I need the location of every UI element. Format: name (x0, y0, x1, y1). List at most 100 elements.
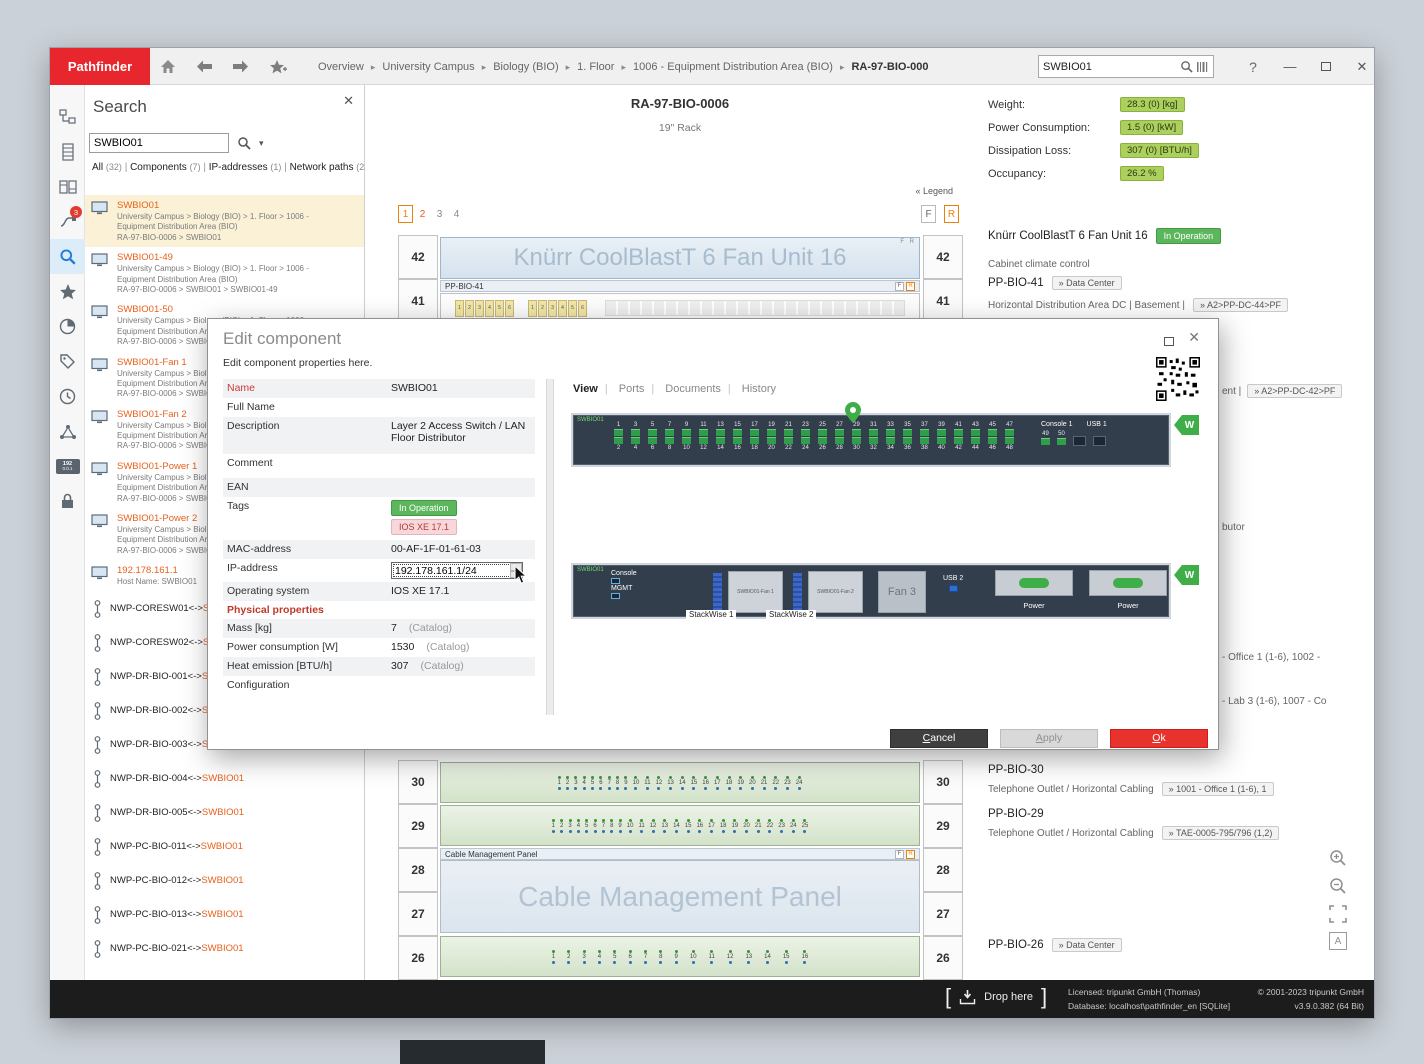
switch-port-column[interactable]: 33 34 (883, 422, 898, 451)
fit-screen-icon[interactable] (1328, 904, 1348, 924)
panel-port[interactable]: 17 (708, 819, 715, 833)
panel-port[interactable]: 5 (591, 776, 594, 790)
patch-port[interactable]: 4 (485, 300, 494, 317)
panel-port[interactable]: 11 (644, 776, 650, 790)
search-filter-link[interactable]: Components (7) (130, 162, 209, 173)
uplink-port-50[interactable]: 50 (1057, 431, 1066, 445)
network-path-result-item[interactable]: NWP-DR-BIO-004<->SWBIO01 (85, 762, 364, 796)
ok-button[interactable]: Ok (1110, 729, 1208, 748)
rack-tab-2[interactable]: 2 (415, 205, 430, 223)
switch-port-column[interactable]: 13 14 (713, 422, 728, 451)
panel-port[interactable]: 1 (552, 819, 555, 833)
panel-port[interactable]: 24 (790, 819, 797, 833)
stackwise-connector-1[interactable] (713, 573, 722, 611)
patch-port[interactable]: 3 (475, 300, 484, 317)
search-filter-link[interactable]: Network paths (24) (290, 162, 373, 173)
patch-port[interactable]: 5 (568, 300, 577, 317)
rack-tab-3[interactable]: 3 (432, 205, 447, 223)
panel-port[interactable]: 4 (583, 776, 586, 790)
panel-port[interactable]: 8 (610, 819, 613, 833)
heat-value[interactable]: 307 (391, 660, 409, 672)
zoom-in-icon[interactable] (1328, 848, 1348, 868)
front-mini[interactable]: F (895, 282, 904, 291)
search-result-item[interactable]: SWBIO01 University Campus > Biology (BIO… (85, 195, 364, 247)
switch-port-column[interactable]: 29 30 (849, 422, 864, 451)
front-toggle[interactable]: F (921, 205, 936, 223)
network-path-result-item[interactable]: NWP-PC-BIO-013<->SWBIO01 (85, 898, 364, 932)
mac-value[interactable]: 00-AF-1F-01-61-03 (391, 543, 531, 555)
panel-port[interactable]: 11 (638, 819, 644, 833)
panel-port[interactable]: 9 (624, 776, 627, 790)
panel-port[interactable]: 17 (714, 776, 721, 790)
barcode-icon[interactable] (1196, 61, 1213, 73)
network-path-result-item[interactable]: NWP-PC-BIO-012<->SWBIO01 (85, 864, 364, 898)
breadcrumb-item[interactable]: Biology (BIO) (493, 61, 577, 73)
switch-port-column[interactable]: 19 20 (764, 422, 779, 451)
panel-port[interactable]: 13 (667, 776, 674, 790)
panel-port[interactable]: 7 (602, 819, 605, 833)
cancel-button[interactable]: Cancel (890, 729, 988, 748)
rack-tab-1[interactable]: 1 (398, 205, 413, 223)
switch-port-column[interactable]: 27 28 (832, 422, 847, 451)
panel-port[interactable]: 21 (761, 776, 768, 790)
panel-port[interactable]: 10 (633, 776, 640, 790)
link-badge[interactable]: » A2>PP-DC-42>PF (1247, 384, 1342, 398)
tab-history[interactable]: History (740, 383, 778, 395)
location-badge[interactable]: » Data Center (1052, 938, 1122, 952)
help-button[interactable]: ? (1238, 48, 1268, 85)
history-clock-icon[interactable] (50, 379, 85, 414)
breadcrumb-item-current[interactable]: RA-97-BIO-000 (851, 61, 928, 73)
panel-port[interactable]: 1 (552, 950, 555, 964)
panel-port[interactable]: 4 (577, 819, 580, 833)
component-name[interactable]: Knürr CoolBlastT 6 Fan Unit 16 (988, 230, 1148, 242)
rack-tab-4[interactable]: 4 (449, 205, 464, 223)
patch-port[interactable]: 2 (465, 300, 474, 317)
os-value[interactable]: IOS XE 17.1 (391, 585, 531, 597)
search-result-item[interactable]: SWBIO01-49 University Campus > Biology (… (85, 247, 364, 299)
switch-port-column[interactable]: 37 38 (917, 422, 932, 451)
patch-port[interactable]: 1 (455, 300, 464, 317)
tab-view[interactable]: View (571, 383, 617, 395)
panel-port[interactable]: 2 (560, 819, 563, 833)
link-badge[interactable]: » 1001 - Office 1 (1-6), 1 (1162, 782, 1274, 796)
search-panel-close-icon[interactable]: ✕ (343, 93, 354, 109)
panel-port[interactable]: 2 (567, 950, 570, 964)
link-badge[interactable]: » A2>PP-DC-44>PF (1193, 298, 1288, 312)
panel-port[interactable]: 11 (709, 950, 715, 964)
topology-icon[interactable] (50, 414, 85, 449)
switch-port-column[interactable]: 5 6 (645, 422, 660, 451)
breadcrumb-item[interactable]: University Campus (382, 61, 493, 73)
tab-documents[interactable]: Documents (663, 383, 740, 395)
cable-management-strip[interactable]: Cable Management Panel FR (440, 848, 920, 860)
panel-port[interactable]: 9 (618, 819, 621, 833)
panel-port[interactable]: 6 (599, 776, 602, 790)
panel-port[interactable]: 7 (608, 776, 611, 790)
panel-port[interactable]: 21 (755, 819, 762, 833)
warning-tag-front[interactable]: W (1174, 415, 1199, 435)
panel-port[interactable]: 12 (656, 776, 663, 790)
panel-port[interactable]: 7 (644, 950, 647, 964)
patch-port[interactable]: 4 (558, 300, 567, 317)
patch-panel-30[interactable]: 123456789101112131415161718192021222324 (440, 762, 920, 803)
panel-port[interactable]: 4 (598, 950, 601, 964)
search-filter-link[interactable]: IP-addresses (1) (209, 162, 290, 173)
panel-port[interactable]: 5 (585, 819, 588, 833)
panel-port[interactable]: 8 (616, 776, 619, 790)
panel-port[interactable]: 3 (582, 950, 585, 964)
switch-port-column[interactable]: 9 10 (679, 422, 694, 451)
panel-port[interactable]: 25 (802, 819, 809, 833)
ip-address-icon[interactable]: 1920.0.1 (50, 449, 85, 484)
patch-port[interactable]: 6 (505, 300, 514, 317)
network-path-result-item[interactable]: NWP-PC-BIO-021<->SWBIO01 (85, 932, 364, 966)
drop-here-zone[interactable]: [ Drop here ] (945, 986, 1047, 1008)
panel-port[interactable]: 15 (783, 950, 790, 964)
panel-port[interactable]: 16 (802, 950, 809, 964)
tag-ios-version[interactable]: IOS XE 17.1 (391, 519, 457, 535)
search-icon[interactable] (50, 239, 85, 274)
power-value[interactable]: 1530 (391, 641, 414, 653)
panel-port[interactable]: 13 (745, 950, 752, 964)
mass-value[interactable]: 7 (391, 622, 397, 634)
global-search-input[interactable] (1039, 61, 1177, 73)
search-input[interactable] (89, 133, 229, 153)
network-path-result-item[interactable]: NWP-DR-BIO-005<->SWBIO01 (85, 796, 364, 830)
